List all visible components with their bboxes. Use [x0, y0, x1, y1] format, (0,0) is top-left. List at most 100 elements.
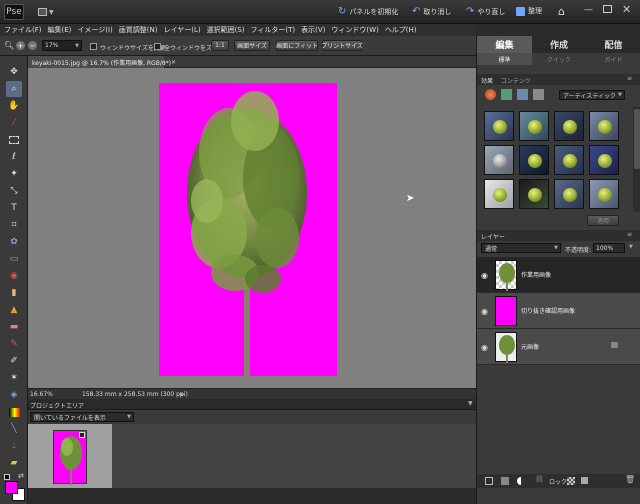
actual-size-button[interactable]: 画面サイズ: [234, 40, 270, 51]
subtab-quick[interactable]: クイック: [532, 53, 586, 65]
resize-windows-checkbox[interactable]: [90, 43, 97, 50]
tab-create[interactable]: 作成: [532, 36, 586, 53]
tab-edit[interactable]: 編集: [477, 36, 532, 53]
sponge-tool-icon[interactable]: ▰: [6, 455, 22, 471]
layer-row-original[interactable]: ◉ 元画像: [477, 329, 640, 365]
eraser-icon[interactable]: ▬: [6, 319, 22, 335]
scroll-thumb[interactable]: [634, 109, 640, 169]
hand-tool-icon[interactable]: ✋: [6, 98, 22, 114]
filters-category-icon[interactable]: [485, 89, 496, 100]
undo-button[interactable]: ↶ 取り消し: [412, 6, 451, 17]
menu-enhance[interactable]: 画質調整(N): [119, 25, 158, 35]
print-size-button[interactable]: プリントサイズ: [321, 40, 363, 51]
swap-colors-icon[interactable]: ⇄: [18, 472, 24, 480]
menu-edit[interactable]: 編集(E): [48, 25, 72, 35]
document-image[interactable]: [159, 83, 337, 376]
eye-icon[interactable]: ◉: [481, 271, 488, 280]
effect-thumbnail[interactable]: [554, 179, 584, 209]
effect-thumbnail[interactable]: [554, 145, 584, 175]
document-tab[interactable]: keyaki-0015.jpg @ 16.7% (作業用画像, RGB/8*) …: [28, 56, 176, 68]
apply-button[interactable]: 適用: [587, 215, 619, 226]
layer-row-working[interactable]: ◉ 作業用画像: [477, 257, 640, 293]
zoom-tool-icon[interactable]: ⌕: [6, 81, 22, 97]
healing-brush-icon[interactable]: ▮: [6, 285, 22, 301]
menu-select[interactable]: 選択範囲(S): [207, 25, 245, 35]
effect-thumbnail[interactable]: [589, 145, 619, 175]
chevron-down-icon[interactable]: ▼: [629, 244, 633, 250]
menu-help[interactable]: ヘルプ(H): [385, 25, 417, 35]
lock-all-icon[interactable]: [581, 477, 588, 484]
new-layer-icon[interactable]: [485, 477, 493, 485]
menu-file[interactable]: ファイル(F): [4, 25, 42, 35]
effect-thumbnail[interactable]: [484, 179, 514, 209]
effects-category-dropdown[interactable]: アーティスティック ▼: [559, 90, 625, 100]
default-colors-icon[interactable]: [4, 474, 10, 480]
effect-thumbnail[interactable]: [484, 145, 514, 175]
close-button[interactable]: ✕: [622, 3, 631, 16]
trash-icon[interactable]: 🗑︎: [625, 475, 635, 484]
quick-selection-icon[interactable]: ⤡: [6, 183, 22, 199]
minimize-button[interactable]: —: [584, 5, 593, 15]
zoom-all-windows-checkbox[interactable]: [154, 43, 161, 50]
foreground-color-swatch[interactable]: [5, 481, 18, 494]
effect-thumbnail[interactable]: [519, 145, 549, 175]
collapse-icon[interactable]: ▼: [468, 400, 473, 407]
move-tool-icon[interactable]: ✥: [6, 64, 22, 80]
crop-tool-icon[interactable]: ⌗: [6, 217, 22, 233]
organize-button[interactable]: 整理: [516, 6, 542, 16]
eyedropper-icon[interactable]: ⁄: [6, 115, 22, 131]
layer-row-check[interactable]: ◉ 切り抜き確認用画像: [477, 293, 640, 329]
panel-menu-icon[interactable]: ≡: [627, 231, 632, 238]
adjustment-layer-icon[interactable]: [517, 477, 525, 485]
close-tab-icon[interactable]: ✕: [171, 59, 176, 66]
content-tab[interactable]: コンテンツ: [501, 76, 531, 85]
effects-scrollbar[interactable]: [633, 107, 640, 212]
status-menu-arrow-icon[interactable]: ▶: [180, 391, 185, 398]
gradient-icon[interactable]: [6, 404, 22, 420]
zoom-in-icon[interactable]: +: [16, 41, 25, 50]
maximize-button[interactable]: [603, 5, 612, 13]
cookie-cutter-icon[interactable]: ✿: [6, 234, 22, 250]
zoom-field[interactable]: 17% ▼: [42, 40, 82, 51]
eye-icon[interactable]: ◉: [481, 343, 488, 352]
effect-thumbnail[interactable]: [519, 179, 549, 209]
magic-wand-icon[interactable]: ✦: [6, 166, 22, 182]
type-tool-icon[interactable]: T: [6, 200, 22, 216]
zoom-out-icon[interactable]: −: [28, 41, 37, 50]
lock-transparent-icon[interactable]: [567, 477, 575, 485]
layout-menu-button[interactable]: ▼: [38, 6, 56, 18]
project-thumbnail[interactable]: [53, 430, 87, 485]
effects-tab[interactable]: 効果: [481, 76, 493, 85]
reset-panels-button[interactable]: ↻ パネルを初期化: [338, 6, 398, 17]
effect-thumbnail[interactable]: [519, 111, 549, 141]
link-layers-icon[interactable]: ⛓: [535, 475, 544, 483]
menu-view[interactable]: 表示(V): [301, 25, 325, 35]
blend-mode-dropdown[interactable]: 通常 ▼: [481, 243, 561, 253]
lasso-tool-icon[interactable]: ℓ: [6, 149, 22, 165]
new-group-icon[interactable]: [501, 477, 509, 485]
eye-icon[interactable]: ◉: [481, 307, 488, 316]
effect-thumbnail[interactable]: [589, 111, 619, 141]
project-bin-dropdown[interactable]: 開いているファイルを表示 ▼: [30, 412, 134, 422]
red-eye-icon[interactable]: ◉: [6, 268, 22, 284]
menu-image[interactable]: イメージ(I): [77, 25, 112, 35]
menu-layer[interactable]: レイヤー(L): [163, 25, 200, 35]
layer-styles-icon[interactable]: [501, 89, 512, 100]
effect-thumbnail[interactable]: [484, 111, 514, 141]
subtab-full[interactable]: 標準: [477, 53, 532, 65]
blur-tool-icon[interactable]: 💧︎: [6, 438, 22, 454]
shape-tool-icon[interactable]: ╲: [6, 421, 22, 437]
menu-window[interactable]: ウィンドウ(W): [331, 25, 378, 35]
tab-share[interactable]: 配信: [586, 36, 640, 53]
all-effects-icon[interactable]: [533, 89, 544, 100]
opacity-field[interactable]: 100%: [593, 243, 625, 253]
photo-effects-icon[interactable]: [517, 89, 528, 100]
subtab-guided[interactable]: ガイド: [586, 53, 640, 65]
menu-filter[interactable]: フィルター(T): [251, 25, 296, 35]
pencil-icon[interactable]: ✎: [6, 336, 22, 352]
panel-menu-icon[interactable]: ≡: [627, 75, 632, 82]
brush-icon[interactable]: ✐: [6, 353, 22, 369]
paint-bucket-icon[interactable]: ◈: [6, 387, 22, 403]
fit-screen-button[interactable]: 画面にフィット: [276, 40, 318, 51]
redo-button[interactable]: ↷ やり直し: [466, 6, 505, 17]
